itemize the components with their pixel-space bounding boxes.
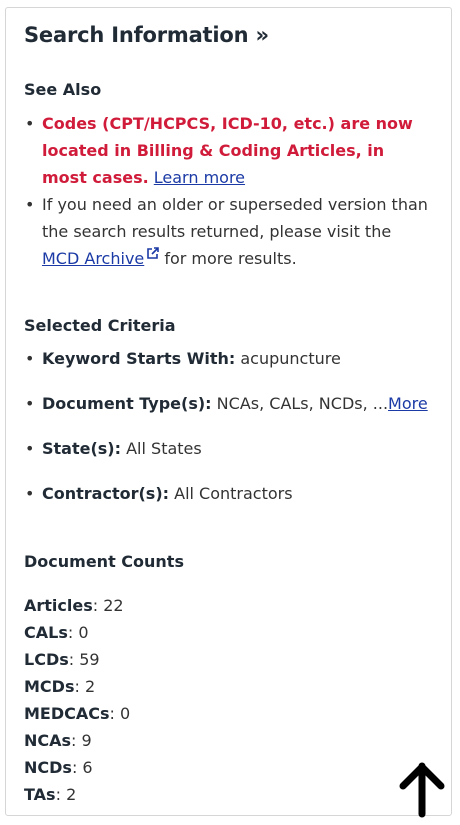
search-information-heading[interactable]: Search Information »: [24, 23, 269, 47]
criteria-value: All States: [126, 439, 202, 458]
criteria-label: Contractor(s):: [42, 484, 170, 503]
learn-more-link[interactable]: Learn more: [154, 168, 245, 187]
count-value: 0: [78, 623, 89, 642]
count-label: NCAs: [24, 731, 72, 750]
criteria-value: acupuncture: [240, 349, 341, 368]
count-label: CALs: [24, 623, 68, 642]
criteria-value: NCAs, CALs, NCDs, ...: [216, 394, 389, 413]
count-row-articles: Articles: 22: [24, 596, 124, 615]
count-row-ncas: NCAs: 9: [24, 731, 92, 750]
count-value: 2: [66, 785, 77, 804]
criteria-item-document-types: Document Type(s): NCAs, CALs, NCDs, ...M…: [24, 390, 429, 417]
count-value: 0: [120, 704, 131, 723]
count-row-mcds: MCDs: 2: [24, 677, 96, 696]
mcd-archive-link-label: MCD Archive: [42, 249, 145, 268]
arrow-up-icon: [399, 762, 445, 818]
count-label: TAs: [24, 785, 56, 804]
count-row-lcds: LCDs: 59: [24, 650, 100, 669]
criteria-label: State(s):: [42, 439, 122, 458]
count-row-ncds: NCDs: 6: [24, 758, 93, 777]
document-counts-list: Articles: 22 CALs: 0 LCDs: 59 MCDs: 2 ME…: [24, 592, 130, 808]
criteria-label: Keyword Starts With:: [42, 349, 236, 368]
archive-item: If you need an older or superseded versi…: [24, 191, 429, 272]
count-label: MEDCACs: [24, 704, 110, 723]
criteria-value: All Contractors: [174, 484, 293, 503]
criteria-item-contractors: Contractor(s): All Contractors: [24, 480, 429, 507]
external-link-icon: [147, 247, 160, 259]
document-counts-title: Document Counts: [24, 552, 184, 571]
count-label: MCDs: [24, 677, 75, 696]
count-value: 6: [82, 758, 93, 777]
count-value: 59: [79, 650, 100, 669]
count-row-cals: CALs: 0: [24, 623, 89, 642]
count-row-tas: TAs: 2: [24, 785, 77, 804]
archive-text-post: for more results.: [164, 249, 297, 268]
see-also-title: See Also: [24, 80, 102, 99]
criteria-item-states: State(s): All States: [24, 435, 429, 462]
count-value: 22: [103, 596, 124, 615]
selected-criteria-list: Keyword Starts With: acupuncture Documen…: [24, 345, 429, 525]
selected-criteria-title: Selected Criteria: [24, 316, 176, 335]
count-label: LCDs: [24, 650, 69, 669]
more-document-types-link[interactable]: More: [388, 394, 428, 413]
count-label: Articles: [24, 596, 93, 615]
count-row-medcacs: MEDCACs: 0: [24, 704, 131, 723]
see-also-list: Codes (CPT/HCPCS, ICD-10, etc.) are now …: [24, 110, 429, 272]
mcd-archive-link[interactable]: MCD Archive: [42, 247, 160, 268]
count-value: 9: [81, 731, 92, 750]
criteria-item-keyword: Keyword Starts With: acupuncture: [24, 345, 429, 372]
search-information-panel: Search Information » See Also Codes (CPT…: [5, 7, 452, 816]
back-to-top-button[interactable]: [396, 760, 448, 818]
count-value: 2: [84, 677, 96, 696]
criteria-label: Document Type(s):: [42, 394, 212, 413]
archive-text-pre: If you need an older or superseded versi…: [42, 195, 428, 241]
codes-notice-item: Codes (CPT/HCPCS, ICD-10, etc.) are now …: [24, 110, 429, 191]
count-label: NCDs: [24, 758, 72, 777]
